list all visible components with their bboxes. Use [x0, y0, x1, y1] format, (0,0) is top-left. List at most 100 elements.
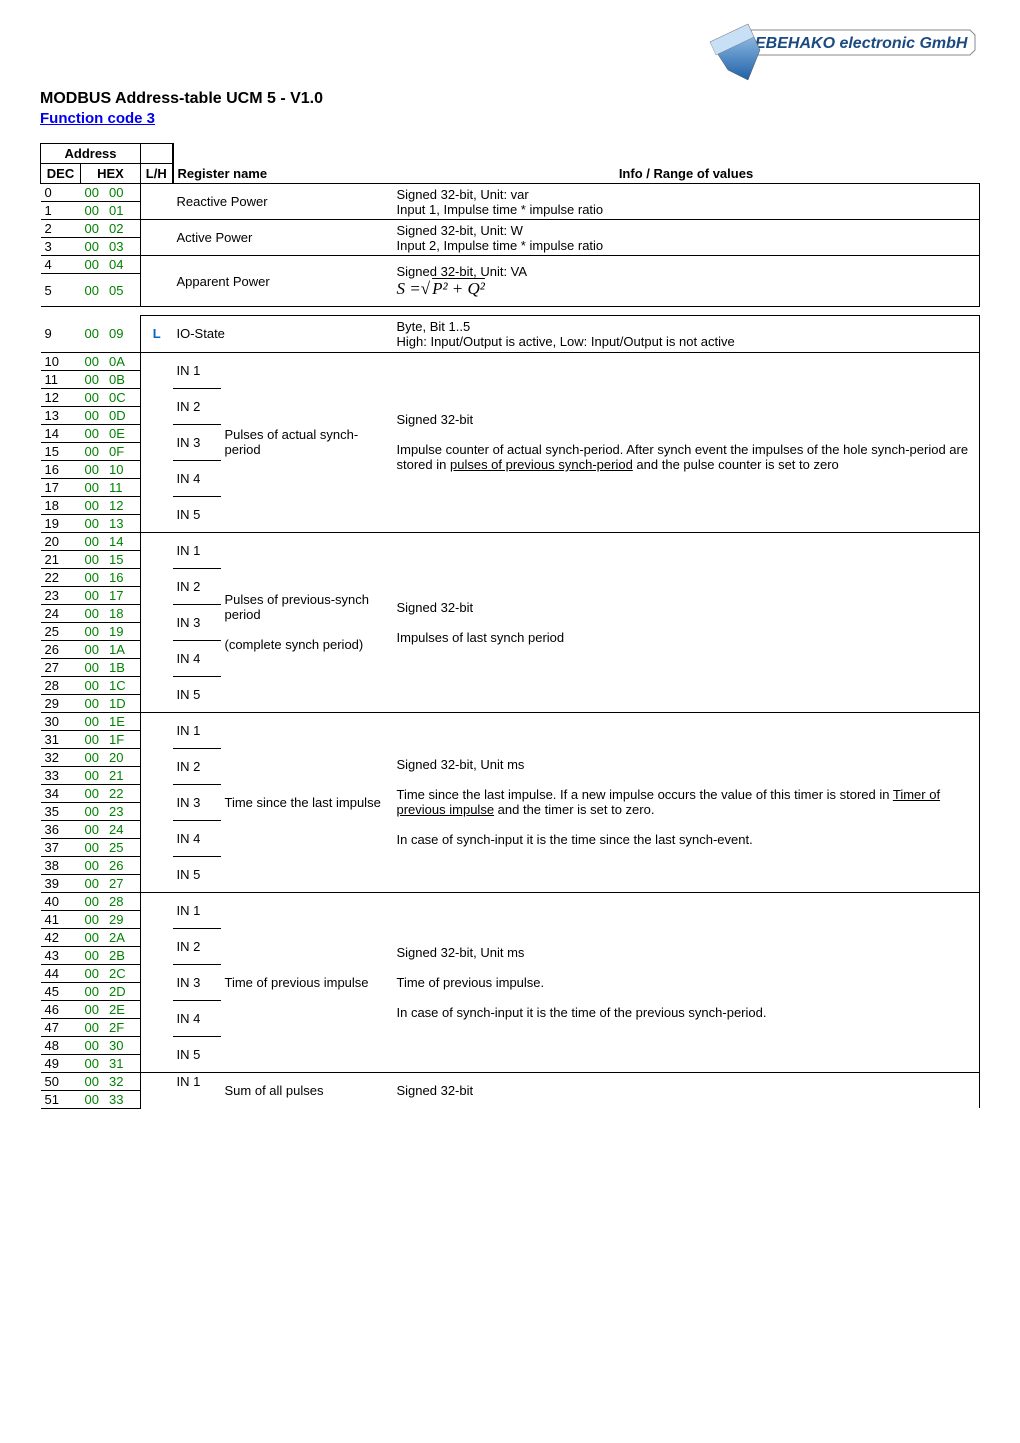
reg-in2: IN 2: [173, 388, 221, 424]
addr-hex: 0028: [81, 892, 141, 910]
addr-dec: 4: [41, 256, 81, 274]
reg-in3: IN 3: [173, 964, 221, 1000]
addr-hex: 000B: [81, 370, 141, 388]
addr-hex: 000C: [81, 388, 141, 406]
info-pulses-prev: Signed 32-bit Impulses of last synch per…: [393, 532, 980, 712]
addr-dec: 42: [41, 928, 81, 946]
addr-dec: 34: [41, 784, 81, 802]
addr-dec: 32: [41, 748, 81, 766]
addr-hex: 0000: [81, 184, 141, 202]
addr-dec: 19: [41, 514, 81, 532]
addr-dec: 44: [41, 964, 81, 982]
addr-hex: 000D: [81, 406, 141, 424]
addr-dec: 29: [41, 694, 81, 712]
addr-dec: 38: [41, 856, 81, 874]
addr-dec: 40: [41, 892, 81, 910]
addr-dec: 16: [41, 460, 81, 478]
reg-in4: IN 4: [173, 640, 221, 676]
col-address: Address: [41, 144, 141, 164]
addr-dec: 1: [41, 202, 81, 220]
addr-dec: 36: [41, 820, 81, 838]
addr-dec: 28: [41, 676, 81, 694]
addr-dec: 20: [41, 532, 81, 550]
addr-hex: 0030: [81, 1036, 141, 1054]
addr-hex: 0019: [81, 622, 141, 640]
addr-dec: 41: [41, 910, 81, 928]
addr-hex: 0023: [81, 802, 141, 820]
addr-hex: 0021: [81, 766, 141, 784]
addr-dec: 24: [41, 604, 81, 622]
reg-in1: IN 1: [173, 712, 221, 748]
addr-hex: 001D: [81, 694, 141, 712]
addr-dec: 23: [41, 586, 81, 604]
addr-hex: 002C: [81, 964, 141, 982]
addr-hex: 0002: [81, 220, 141, 238]
lh-value: L: [141, 316, 173, 353]
addr-hex: 0009: [81, 316, 141, 353]
reg-in4: IN 4: [173, 460, 221, 496]
addr-dec: 18: [41, 496, 81, 514]
addr-dec: 2: [41, 220, 81, 238]
addr-dec: 27: [41, 658, 81, 676]
addr-dec: 21: [41, 550, 81, 568]
addr-dec: 9: [41, 316, 81, 353]
addr-hex: 0012: [81, 496, 141, 514]
addr-hex: 000F: [81, 442, 141, 460]
addr-dec: 35: [41, 802, 81, 820]
addr-dec: 15: [41, 442, 81, 460]
addr-hex: 001C: [81, 676, 141, 694]
addr-hex: 0017: [81, 586, 141, 604]
reg-time-since-last: Time since the last impulse: [221, 712, 393, 892]
reg-in1: IN 1: [173, 532, 221, 568]
reg-in4: IN 4: [173, 1000, 221, 1036]
reg-pulses-actual: Pulses of actual synch-period: [221, 352, 393, 532]
addr-dec: 10: [41, 352, 81, 370]
addr-hex: 002B: [81, 946, 141, 964]
addr-hex: 002D: [81, 982, 141, 1000]
addr-dec: 43: [41, 946, 81, 964]
addr-dec: 12: [41, 388, 81, 406]
reg-pulses-prev: Pulses of previous-synch period (complet…: [221, 532, 393, 712]
reg-in1: IN 1: [173, 1072, 221, 1090]
info-reactive: Signed 32-bit, Unit: var Input 1, Impuls…: [393, 184, 980, 220]
addr-dec: 25: [41, 622, 81, 640]
reg-in4: IN 4: [173, 820, 221, 856]
reg-in3: IN 3: [173, 604, 221, 640]
addr-dec: 17: [41, 478, 81, 496]
addr-dec: 0: [41, 184, 81, 202]
reg-in3: IN 3: [173, 784, 221, 820]
addr-dec: 37: [41, 838, 81, 856]
addr-hex: 0003: [81, 238, 141, 256]
addr-hex: 0016: [81, 568, 141, 586]
reg-in3: IN 3: [173, 424, 221, 460]
col-hex: HEX: [81, 164, 141, 184]
addr-hex: 0032: [81, 1072, 141, 1090]
addr-hex: 001F: [81, 730, 141, 748]
addr-dec: 13: [41, 406, 81, 424]
reg-in5: IN 5: [173, 1036, 221, 1072]
addr-dec: 22: [41, 568, 81, 586]
addr-dec: 33: [41, 766, 81, 784]
addr-hex: 0014: [81, 532, 141, 550]
addr-hex: 0010: [81, 460, 141, 478]
addr-hex: 000E: [81, 424, 141, 442]
addr-dec: 14: [41, 424, 81, 442]
addr-dec: 3: [41, 238, 81, 256]
addr-hex: 002E: [81, 1000, 141, 1018]
reg-in5: IN 5: [173, 676, 221, 712]
addr-dec: 47: [41, 1018, 81, 1036]
reg-in2: IN 2: [173, 748, 221, 784]
addr-hex: 0001: [81, 202, 141, 220]
addr-dec: 46: [41, 1000, 81, 1018]
info-active: Signed 32-bit, Unit: W Input 2, Impulse …: [393, 220, 980, 256]
col-info: Info / Range of values: [393, 164, 980, 184]
addr-dec: 5: [41, 274, 81, 307]
info-pulses-actual: Signed 32-bit Impulse counter of actual …: [393, 352, 980, 532]
addr-dec: 26: [41, 640, 81, 658]
addr-hex: 001A: [81, 640, 141, 658]
function-code-link[interactable]: Function code 3: [40, 110, 980, 127]
addr-dec: 49: [41, 1054, 81, 1072]
addr-dec: 51: [41, 1090, 81, 1108]
reg-in1: IN 1: [173, 352, 221, 388]
addr-hex: 0013: [81, 514, 141, 532]
